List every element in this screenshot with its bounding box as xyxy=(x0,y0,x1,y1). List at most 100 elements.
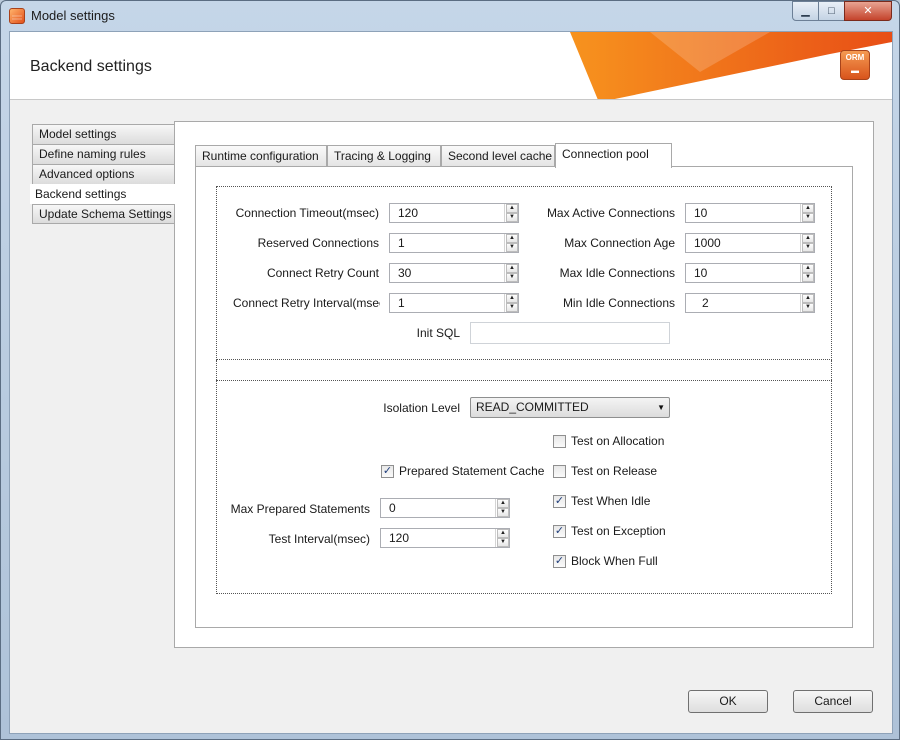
spin-down-icon[interactable]: ▼ xyxy=(506,213,518,222)
max-prepared-statements-label: Max Prepared Statements xyxy=(230,502,370,516)
window-title: Model settings xyxy=(31,8,115,23)
spin-down-icon[interactable]: ▼ xyxy=(506,303,518,312)
sidebar-nav: Model settings Define naming rules Advan… xyxy=(30,124,175,224)
init-sql-label: Init SQL xyxy=(416,326,460,340)
connect-retry-interval-spinner[interactable]: 1 ▲ ▼ xyxy=(389,293,519,313)
test-on-release-checkbox[interactable]: Test on Release xyxy=(553,463,657,481)
isolation-level-value: READ_COMMITTED xyxy=(476,400,589,414)
max-idle-connections-label: Max Idle Connections xyxy=(559,266,675,280)
connection-timeout-label: Connection Timeout(msec) xyxy=(235,206,379,220)
test-interval-spinner[interactable]: 120 ▲ ▼ xyxy=(380,528,510,548)
settings-content: Runtime configuration Tracing & Logging … xyxy=(174,121,874,648)
spin-up-icon[interactable]: ▲ xyxy=(802,294,814,303)
max-active-connections-spinner[interactable]: 10 ▲ ▼ xyxy=(685,203,815,223)
tab-connection-pool[interactable]: Connection pool xyxy=(555,143,672,168)
page-title: Backend settings xyxy=(30,58,152,75)
reserved-connections-value: 1 xyxy=(398,236,405,250)
sidebar-item-update-schema[interactable]: Update Schema Settings xyxy=(32,204,175,224)
max-active-connections-value: 10 xyxy=(694,206,708,220)
block-when-full-label: Block When Full xyxy=(571,554,658,568)
dialog-body: Backend settings ORM ▬ Model settings Def… xyxy=(9,31,893,734)
sidebar-item-advanced-options[interactable]: Advanced options xyxy=(32,164,175,184)
app-icon xyxy=(9,8,25,24)
close-button[interactable]: ✕ xyxy=(844,1,892,21)
spin-down-icon[interactable]: ▼ xyxy=(497,508,509,517)
spin-up-icon[interactable]: ▲ xyxy=(506,264,518,273)
connect-retry-count-label: Connect Retry Count xyxy=(266,266,379,280)
spin-up-icon[interactable]: ▲ xyxy=(506,204,518,213)
prepared-statement-cache-checkbox[interactable]: ✓ Prepared Statement Cache xyxy=(381,463,544,481)
spin-up-icon[interactable]: ▲ xyxy=(497,529,509,538)
reserved-connections-spinner[interactable]: 1 ▲ ▼ xyxy=(389,233,519,253)
max-prepared-statements-spinner[interactable]: 0 ▲ ▼ xyxy=(380,498,510,518)
checkbox-box xyxy=(553,465,566,478)
reserved-connections-label: Reserved Connections xyxy=(257,236,379,250)
group-separator xyxy=(216,360,832,380)
spin-down-icon[interactable]: ▼ xyxy=(802,273,814,282)
spin-up-icon[interactable]: ▲ xyxy=(506,234,518,243)
tab-second-level-cache[interactable]: Second level cache xyxy=(441,145,555,167)
test-on-exception-label: Test on Exception xyxy=(571,524,666,538)
spin-up-icon[interactable]: ▲ xyxy=(802,264,814,273)
connect-retry-interval-label: Connect Retry Interval(msec xyxy=(233,296,380,310)
connection-pool-panel: Connection Timeout(msec) 120 ▲ ▼ Reserved… xyxy=(195,166,853,628)
prepared-statement-cache-label: Prepared Statement Cache xyxy=(399,464,545,478)
pool-settings-group: Connection Timeout(msec) 120 ▲ ▼ Reserved… xyxy=(216,186,832,360)
connection-timeout-value: 120 xyxy=(398,206,419,220)
max-idle-connections-value: 10 xyxy=(694,266,708,280)
spin-up-icon[interactable]: ▲ xyxy=(802,234,814,243)
chevron-down-icon: ▼ xyxy=(657,403,665,412)
min-idle-connections-spinner[interactable]: 2 ▲ ▼ xyxy=(685,293,815,313)
isolation-level-dropdown[interactable]: READ_COMMITTED ▼ xyxy=(470,397,670,418)
max-prepared-statements-value: 0 xyxy=(389,501,396,515)
max-connection-age-label: Max Connection Age xyxy=(564,236,675,250)
test-on-exception-checkbox[interactable]: ✓ Test on Exception xyxy=(553,523,666,541)
header-banner: Backend settings ORM ▬ xyxy=(10,32,892,100)
init-sql-input[interactable] xyxy=(470,322,670,344)
max-connection-age-spinner[interactable]: 1000 ▲ ▼ xyxy=(685,233,815,253)
sidebar-item-naming-rules[interactable]: Define naming rules xyxy=(32,144,175,164)
max-idle-connections-spinner[interactable]: 10 ▲ ▼ xyxy=(685,263,815,283)
min-idle-connections-value: 2 xyxy=(702,296,709,310)
tab-runtime-configuration[interactable]: Runtime configuration xyxy=(195,145,327,167)
cancel-button[interactable]: Cancel xyxy=(793,690,873,713)
checkbox-box xyxy=(553,435,566,448)
spin-down-icon[interactable]: ▼ xyxy=(497,538,509,547)
settings-window: Model settings ▁ □ ✕ Backend settings OR… xyxy=(0,0,900,740)
max-active-connections-label: Max Active Connections xyxy=(546,206,675,220)
spin-down-icon[interactable]: ▼ xyxy=(802,213,814,222)
isolation-level-label: Isolation Level xyxy=(383,401,460,415)
title-bar[interactable]: Model settings ▁ □ ✕ xyxy=(1,1,899,31)
maximize-button[interactable]: □ xyxy=(818,1,845,21)
test-interval-value: 120 xyxy=(389,531,410,545)
block-when-full-checkbox[interactable]: ✓ Block When Full xyxy=(553,553,658,571)
spin-up-icon[interactable]: ▲ xyxy=(497,499,509,508)
check-mark-icon: ✓ xyxy=(553,525,566,538)
test-on-allocation-checkbox[interactable]: Test on Allocation xyxy=(553,433,664,451)
spin-down-icon[interactable]: ▼ xyxy=(802,243,814,252)
min-idle-connections-label: Min Idle Connections xyxy=(562,296,675,310)
test-when-idle-checkbox[interactable]: ✓ Test When Idle xyxy=(553,493,650,511)
connect-retry-count-value: 30 xyxy=(398,266,412,280)
max-connection-age-value: 1000 xyxy=(694,236,721,250)
test-on-allocation-label: Test on Allocation xyxy=(571,434,665,448)
connection-timeout-spinner[interactable]: 120 ▲ ▼ xyxy=(389,203,519,223)
sidebar-item-backend-settings[interactable]: Backend settings xyxy=(30,184,175,204)
minimize-button[interactable]: ▁ xyxy=(792,1,819,21)
connect-retry-count-spinner[interactable]: 30 ▲ ▼ xyxy=(389,263,519,283)
connect-retry-interval-value: 1 xyxy=(398,296,405,310)
orm-logo-icon: ORM ▬ xyxy=(840,50,870,80)
spin-up-icon[interactable]: ▲ xyxy=(506,294,518,303)
check-mark-icon: ✓ xyxy=(553,555,566,568)
validation-settings-group: Isolation Level READ_COMMITTED ▼ Test on… xyxy=(216,380,832,594)
spin-up-icon[interactable]: ▲ xyxy=(802,204,814,213)
check-mark-icon: ✓ xyxy=(553,495,566,508)
test-interval-label: Test Interval(msec) xyxy=(268,532,370,546)
ok-button[interactable]: OK xyxy=(688,690,768,713)
sidebar-item-model-settings[interactable]: Model settings xyxy=(32,124,175,144)
spin-down-icon[interactable]: ▼ xyxy=(506,243,518,252)
spin-down-icon[interactable]: ▼ xyxy=(802,303,814,312)
tab-tracing-logging[interactable]: Tracing & Logging xyxy=(327,145,441,167)
spin-down-icon[interactable]: ▼ xyxy=(506,273,518,282)
check-mark-icon: ✓ xyxy=(381,465,394,478)
